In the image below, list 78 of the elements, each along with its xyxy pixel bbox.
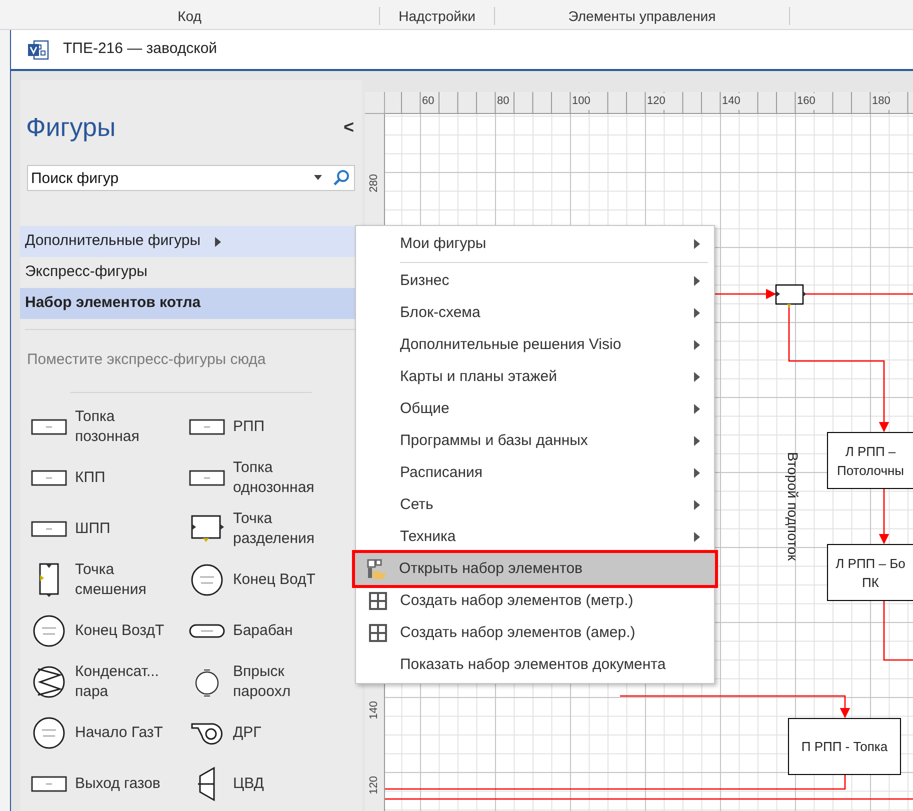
submenu-arrow-icon bbox=[694, 340, 700, 350]
ruler-label: 280 bbox=[367, 174, 381, 192]
stencil-shape[interactable]: Точка смешения bbox=[30, 558, 188, 601]
condenser-icon bbox=[32, 664, 66, 698]
block-shape-icon bbox=[189, 418, 225, 434]
submenu-arrow-icon bbox=[694, 308, 700, 318]
ruler-label: 120 bbox=[367, 776, 381, 794]
stencil-shape[interactable]: Выход газов bbox=[30, 762, 188, 805]
stencil-shape[interactable]: Конец ВодТ bbox=[188, 558, 348, 601]
menu-item[interactable]: Программы и базы данных bbox=[356, 425, 714, 457]
menu-item[interactable]: Открыть набор элементов bbox=[355, 553, 715, 585]
stencil-shape[interactable]: ДРГ bbox=[188, 711, 348, 754]
block-shape-icon bbox=[189, 470, 225, 486]
stencil-shape[interactable]: Точка разделения bbox=[188, 507, 348, 550]
ruler-label: 160 bbox=[796, 93, 816, 110]
stencil-folder-icon bbox=[367, 559, 387, 579]
dropdown-icon[interactable] bbox=[314, 175, 322, 180]
stream-label: Второй подпоток bbox=[784, 452, 802, 561]
grid-icon bbox=[369, 624, 387, 642]
stencil-shape[interactable]: Топка позонная bbox=[30, 405, 188, 448]
submenu-arrow-icon bbox=[694, 276, 700, 286]
ribbon-group-label: Код bbox=[178, 7, 202, 25]
block-shape-icon bbox=[31, 520, 67, 536]
submenu-arrow-icon bbox=[694, 468, 700, 478]
stencil-shape[interactable]: ЦВД bbox=[188, 762, 348, 805]
window-title: ТПЕ-216 — заводской bbox=[63, 39, 218, 60]
app-icon bbox=[27, 38, 49, 60]
process-block: Л РПП – Бо ПК bbox=[827, 544, 913, 601]
circle-shape-icon bbox=[190, 562, 224, 596]
process-block: Л РПП – Потолочны bbox=[827, 432, 913, 489]
ruler-label: 100 bbox=[571, 93, 592, 110]
submenu-arrow-icon bbox=[214, 236, 221, 246]
circle-shape-icon bbox=[32, 716, 66, 750]
block-shape-icon bbox=[31, 418, 67, 434]
search-field[interactable]: Поиск фигур bbox=[27, 165, 355, 191]
ruler-label: 140 bbox=[721, 93, 742, 110]
menu-item[interactable]: Сеть bbox=[356, 489, 714, 521]
stencil-shape[interactable]: Барабан bbox=[188, 609, 348, 652]
block-shape-icon bbox=[31, 776, 67, 792]
pane-title: Фигуры bbox=[26, 110, 116, 144]
split-point-icon bbox=[189, 514, 225, 544]
menu-item[interactable]: Создать набор элементов (метр.) bbox=[356, 585, 714, 617]
split-point-node bbox=[774, 284, 806, 310]
search-icon[interactable] bbox=[333, 169, 350, 186]
stencil-shape[interactable]: Топка однозонная bbox=[188, 456, 348, 499]
collapse-button[interactable]: < bbox=[343, 118, 354, 136]
stencil-shape[interactable]: Начало ГазТ bbox=[30, 711, 188, 754]
submenu-arrow-icon bbox=[694, 532, 700, 542]
submenu-arrow-icon bbox=[694, 404, 700, 414]
drum-shape-icon bbox=[189, 624, 225, 638]
stencil-shape[interactable]: ШПП bbox=[30, 507, 188, 550]
submenu-arrow-icon bbox=[694, 500, 700, 510]
stencil-shape[interactable]: РПП bbox=[188, 405, 348, 448]
ruler-label: 140 bbox=[367, 701, 381, 720]
stencil-shape[interactable]: КПП bbox=[30, 456, 188, 499]
menu-item[interactable]: Дополнительные решения Visio bbox=[356, 329, 714, 361]
menu-item[interactable]: Показать набор элементов документа bbox=[356, 649, 714, 681]
menu-item[interactable]: Расписания bbox=[356, 457, 714, 489]
ruler-label: 180 bbox=[871, 93, 892, 110]
block-shape-icon bbox=[31, 470, 67, 486]
ribbon-group-label: Элементы управления bbox=[568, 7, 716, 25]
ruler-label: 120 bbox=[646, 93, 666, 110]
stencil-shape[interactable]: Конденсат... пара bbox=[30, 660, 188, 703]
stencil-shape[interactable]: Конец ВоздТ bbox=[30, 609, 188, 652]
submenu-arrow-icon bbox=[694, 239, 700, 249]
ribbon-group-label: Надстройки bbox=[398, 7, 476, 25]
submenu-arrow-icon bbox=[694, 436, 700, 446]
turbine-icon bbox=[196, 766, 218, 802]
menu-item[interactable]: Общие bbox=[356, 393, 714, 425]
process-block: П РПП - Топка bbox=[788, 718, 901, 775]
drop-hint: Поместите экспресс-фигуры сюда bbox=[27, 351, 266, 368]
grid-icon bbox=[369, 592, 387, 610]
menu-item[interactable]: Карты и планы этажей bbox=[356, 361, 714, 393]
menu-item[interactable]: Техника bbox=[356, 521, 714, 553]
submenu-arrow-icon bbox=[694, 372, 700, 382]
menu-item[interactable]: Создать набор элементов (амер.) bbox=[356, 617, 714, 649]
stencil-shape[interactable]: Впрыск пароохл bbox=[188, 660, 348, 703]
circle-shape-icon bbox=[32, 614, 66, 648]
